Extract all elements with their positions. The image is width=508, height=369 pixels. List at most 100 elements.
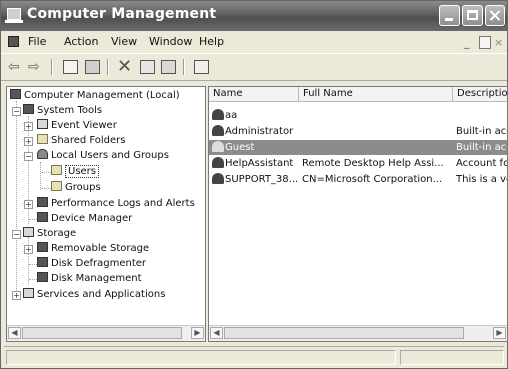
expand-toggle[interactable]: + bbox=[24, 200, 33, 209]
computer-management-icon bbox=[10, 89, 21, 99]
tree-label: Performance Logs and Alerts bbox=[51, 198, 195, 209]
close-button[interactable] bbox=[485, 5, 505, 26]
expand-toggle[interactable]: + bbox=[24, 245, 33, 254]
cell-name: Guest bbox=[212, 140, 298, 155]
user-name: SUPPORT_38... bbox=[225, 174, 298, 185]
storage-icon bbox=[23, 227, 34, 237]
cell-description: This is a ve bbox=[456, 174, 508, 185]
table-row[interactable]: SUPPORT_38... CN=Microsoft Corporation..… bbox=[209, 172, 508, 187]
folder-icon bbox=[51, 165, 62, 175]
child-restore-button[interactable] bbox=[479, 36, 491, 49]
child-minimize-button[interactable]: _ bbox=[464, 36, 470, 49]
tree-horizontal-scrollbar[interactable]: ◀ ▶ bbox=[7, 325, 205, 341]
tree-item-device-manager[interactable]: Device Manager bbox=[37, 212, 132, 226]
collapse-toggle[interactable]: − bbox=[12, 107, 21, 116]
column-header-full-name[interactable]: Full Name bbox=[299, 87, 453, 102]
toolbar-separator bbox=[183, 59, 185, 75]
table-row[interactable]: Administrator Built-in acco bbox=[209, 124, 507, 139]
collapse-toggle[interactable]: − bbox=[12, 230, 21, 239]
cell-name: aa bbox=[212, 108, 298, 123]
show-hide-tree-icon[interactable] bbox=[85, 60, 100, 74]
user-icon bbox=[212, 173, 224, 184]
menu-view[interactable]: View bbox=[111, 35, 137, 48]
tree-item-system-tools[interactable]: System Tools bbox=[23, 104, 102, 118]
user-name: HelpAssistant bbox=[225, 158, 294, 169]
cell-name: Administrator bbox=[212, 124, 298, 139]
child-close-button[interactable]: × bbox=[494, 36, 503, 49]
expand-toggle[interactable]: + bbox=[24, 137, 33, 146]
tree-line bbox=[29, 279, 37, 280]
user-icon bbox=[212, 157, 224, 168]
tree-item-users[interactable]: Users bbox=[51, 165, 100, 179]
cell-name: SUPPORT_38... bbox=[212, 172, 298, 187]
scroll-left-arrow[interactable]: ◀ bbox=[8, 327, 21, 339]
help-icon[interactable] bbox=[194, 60, 209, 74]
tree-item-disk-management[interactable]: Disk Management bbox=[37, 272, 142, 286]
tree-item-computer-management[interactable]: Computer Management (Local) bbox=[10, 89, 180, 103]
tools-icon bbox=[23, 104, 34, 114]
scroll-thumb[interactable] bbox=[22, 327, 182, 339]
tree-label: Services and Applications bbox=[37, 289, 166, 300]
expand-toggle[interactable]: + bbox=[24, 122, 33, 131]
tree-label: Event Viewer bbox=[51, 120, 117, 131]
back-arrow-icon[interactable]: ⇦ bbox=[8, 58, 20, 76]
collapse-toggle[interactable]: − bbox=[24, 152, 33, 161]
column-header-description[interactable]: Description bbox=[453, 87, 507, 102]
tree-item-groups[interactable]: Groups bbox=[51, 181, 101, 195]
delete-icon[interactable]: ✕ bbox=[117, 58, 132, 76]
menu-help[interactable]: Help bbox=[199, 35, 224, 48]
tree-item-shared-folders[interactable]: Shared Folders bbox=[37, 134, 126, 148]
expand-toggle[interactable]: + bbox=[12, 291, 21, 300]
user-name: aa bbox=[225, 110, 238, 121]
removable-storage-icon bbox=[37, 242, 48, 252]
disabled-user-icon bbox=[212, 141, 224, 152]
scroll-thumb[interactable] bbox=[224, 327, 464, 339]
properties-icon[interactable] bbox=[140, 60, 155, 74]
tree-line bbox=[16, 101, 17, 291]
export-list-icon[interactable] bbox=[161, 60, 176, 74]
tree-item-storage[interactable]: Storage bbox=[23, 227, 76, 241]
tree-item-disk-defragmenter[interactable]: Disk Defragmenter bbox=[37, 257, 146, 271]
tree-item-performance-logs[interactable]: Performance Logs and Alerts bbox=[37, 197, 195, 211]
computer-management-window: Computer Management File Action View Win… bbox=[0, 0, 508, 369]
user-icon bbox=[212, 125, 224, 136]
tree-label: Disk Defragmenter bbox=[51, 258, 147, 269]
tree-item-local-users-and-groups[interactable]: Local Users and Groups bbox=[37, 149, 169, 163]
mmc-document-icon[interactable] bbox=[8, 36, 19, 47]
tree-label: Users bbox=[65, 165, 100, 178]
defragmenter-icon bbox=[37, 257, 48, 267]
cell-description: Account for bbox=[456, 158, 508, 169]
table-row[interactable]: aa bbox=[209, 108, 507, 123]
maximize-button[interactable] bbox=[462, 5, 483, 26]
menu-window[interactable]: Window bbox=[149, 35, 192, 48]
console-tree[interactable]: Computer Management (Local) − System Too… bbox=[6, 86, 206, 342]
user-list-view[interactable]: Name Full Name Description aa Administra… bbox=[208, 86, 508, 342]
tree-item-services-and-applications[interactable]: Services and Applications bbox=[23, 288, 165, 302]
up-folder-icon[interactable] bbox=[63, 60, 78, 74]
tree-label: Computer Management (Local) bbox=[24, 90, 180, 101]
toolbar: ⇦ ⇨ ✕ bbox=[1, 53, 507, 81]
tree-line bbox=[41, 188, 51, 189]
tree-item-removable-storage[interactable]: Removable Storage bbox=[37, 242, 149, 256]
tree-label: Storage bbox=[37, 228, 77, 239]
menu-action[interactable]: Action bbox=[64, 35, 98, 48]
column-header-name[interactable]: Name bbox=[209, 87, 299, 102]
title-bar[interactable]: Computer Management bbox=[1, 1, 507, 31]
tree-label: Groups bbox=[65, 182, 101, 193]
user-icon bbox=[212, 109, 224, 120]
tree-item-event-viewer[interactable]: Event Viewer bbox=[37, 119, 117, 133]
scroll-right-arrow[interactable]: ▶ bbox=[493, 327, 506, 339]
cell-name: HelpAssistant bbox=[212, 156, 298, 171]
scroll-left-arrow[interactable]: ◀ bbox=[210, 327, 223, 339]
table-row-selected[interactable]: Guest Built-in acco bbox=[209, 140, 507, 155]
forward-arrow-icon[interactable]: ⇨ bbox=[28, 58, 40, 76]
tree-label: Local Users and Groups bbox=[51, 150, 169, 161]
tree-label: System Tools bbox=[37, 105, 103, 116]
scroll-right-arrow[interactable]: ▶ bbox=[191, 327, 204, 339]
list-horizontal-scrollbar[interactable]: ◀ ▶ bbox=[209, 325, 507, 341]
minimize-button[interactable] bbox=[439, 5, 460, 26]
window-title: Computer Management bbox=[27, 6, 217, 22]
status-segment-main bbox=[6, 350, 396, 365]
menu-file[interactable]: File bbox=[28, 35, 46, 48]
table-row[interactable]: HelpAssistant Remote Desktop Help Assi..… bbox=[209, 156, 508, 171]
